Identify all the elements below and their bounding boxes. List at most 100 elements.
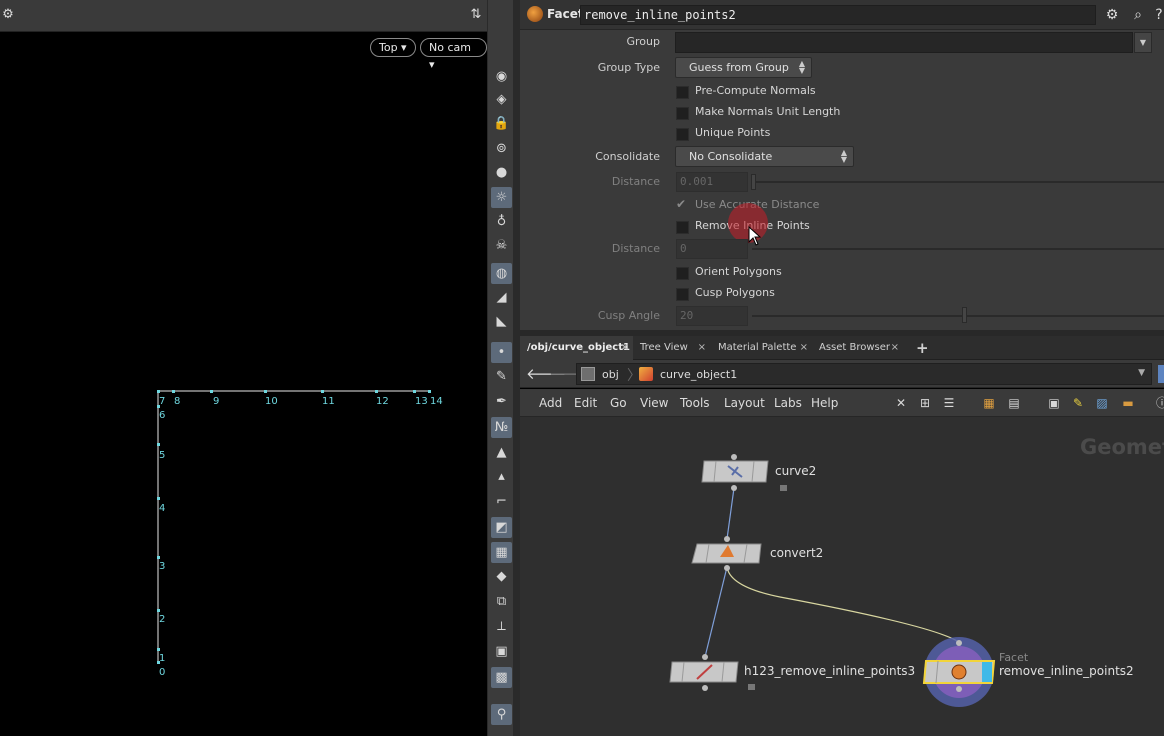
cusp-polygons-checkbox[interactable]	[676, 288, 689, 301]
close-icon[interactable]: ×	[800, 336, 808, 360]
cusp-angle-input[interactable]: 20	[676, 306, 748, 326]
gear-icon[interactable]: ⚙	[1103, 6, 1121, 24]
menu-labs[interactable]: Labs	[774, 396, 802, 410]
input-connector[interactable]	[724, 536, 730, 542]
chevron-down-icon[interactable]: ▼	[1138, 368, 1145, 378]
light-bulb-icon[interactable]: ♁	[491, 211, 512, 232]
lock-camera-icon[interactable]: 🔒	[491, 113, 512, 134]
pen-icon[interactable]: ✒	[491, 391, 512, 412]
shaded-wire-icon[interactable]: ◍	[491, 263, 512, 284]
output-connector[interactable]	[724, 565, 730, 571]
info-icon[interactable]: ⓘ	[1154, 395, 1164, 411]
node-label-convert2[interactable]: convert2	[770, 546, 823, 560]
checkmark-icon[interactable]: ✔	[676, 197, 686, 211]
orient-polygons-checkbox[interactable]	[676, 267, 689, 280]
node-label-curve2[interactable]: curve2	[775, 464, 816, 478]
scene-viewport[interactable]: ⚙ ⇅ ? Top ▾ No cam ▾	[0, 0, 502, 736]
background-image-icon[interactable]: ▩	[491, 667, 512, 688]
wrench-icon[interactable]: ✕	[893, 395, 909, 411]
input-connector[interactable]	[956, 640, 962, 646]
help-icon[interactable]: ?	[1150, 6, 1164, 24]
close-icon[interactable]: ×	[621, 336, 629, 360]
grid-view-icon[interactable]: ▤	[1006, 395, 1022, 411]
menu-help[interactable]: Help	[811, 396, 838, 410]
display-geometry-icon[interactable]: ◣	[491, 311, 512, 332]
menu-tools[interactable]: Tools	[680, 396, 710, 410]
checker-icon[interactable]: ▦	[491, 542, 512, 563]
brush-icon[interactable]: ✎	[491, 366, 512, 387]
color-palette-icon[interactable]: ▦	[981, 395, 997, 411]
normals-icon[interactable]: ⟂	[491, 616, 512, 637]
node-h123-remove-inline-points3[interactable]	[669, 654, 755, 691]
layers-icon[interactable]: ◆	[491, 566, 512, 587]
distance-slider-knob[interactable]	[751, 174, 756, 190]
path-segment-object[interactable]: curve_object1	[660, 368, 737, 381]
tab-material-palette[interactable]: Material Palette ×	[711, 336, 812, 360]
inline-distance-slider-track[interactable]	[752, 248, 1164, 250]
display-flag[interactable]	[982, 662, 992, 682]
menu-edit[interactable]: Edit	[574, 396, 597, 410]
uv-icon[interactable]: ⧉	[491, 591, 512, 612]
inline-distance-input[interactable]: 0	[676, 239, 748, 259]
output-connector[interactable]	[702, 685, 708, 691]
group-dropdown-button[interactable]: ▼	[1134, 32, 1152, 53]
network-path-field[interactable]: obj 〉 curve_object1 ▼	[576, 363, 1152, 385]
wireframe-icon[interactable]: ◩	[491, 517, 512, 538]
input-connector[interactable]	[731, 454, 737, 460]
cusp-angle-slider-track[interactable]	[752, 315, 1164, 317]
menu-go[interactable]: Go	[610, 396, 627, 410]
template-geometry-icon[interactable]: ◢	[491, 287, 512, 308]
menu-view[interactable]: View	[640, 396, 668, 410]
node-label-remove-inline-points2[interactable]: remove_inline_points2	[999, 664, 1134, 678]
visibility-eye-icon[interactable]: ◉	[491, 66, 512, 87]
dot-icon[interactable]: ▬	[1120, 395, 1136, 411]
snap-pin-icon[interactable]: ⚲	[491, 704, 512, 725]
close-icon[interactable]: ×	[698, 336, 706, 360]
tree-layout-icon[interactable]: ⊞	[917, 395, 933, 411]
point-numbers-icon[interactable]: №	[491, 417, 512, 438]
network-box-icon[interactable]: ▣	[1046, 395, 1062, 411]
node-name-input[interactable]: remove_inline_points2	[580, 5, 1096, 25]
group-field[interactable]	[675, 32, 1133, 53]
display-points-icon[interactable]: •	[491, 342, 512, 363]
search-icon[interactable]: ⌕	[1129, 6, 1147, 24]
ghost-objects-icon[interactable]: ◈	[491, 89, 512, 110]
cusp-angle-slider-knob[interactable]	[962, 307, 967, 323]
bounding-box-icon[interactable]: ▣	[491, 641, 512, 662]
skull-icon[interactable]: ☠	[491, 235, 512, 256]
node-remove-inline-points2[interactable]	[922, 637, 996, 707]
distance-slider-track[interactable]	[752, 181, 1164, 183]
remove-inline-points-checkbox[interactable]	[676, 221, 689, 234]
consolidate-menu[interactable]: No Consolidate ▲ ▼	[675, 146, 854, 167]
list-view-icon[interactable]: ☰	[941, 395, 957, 411]
output-connector[interactable]	[731, 485, 737, 491]
network-editor[interactable]: Geomet curve2 convert2 h123_remove_inlin…	[520, 417, 1164, 736]
path-segment-obj[interactable]: obj	[602, 368, 619, 381]
menu-add[interactable]: Add	[539, 396, 562, 410]
close-icon[interactable]: ×	[891, 336, 899, 360]
sticky-note-icon[interactable]: ✎	[1070, 395, 1086, 411]
tab-network[interactable]: /obj/curve_object1 ×	[520, 336, 633, 360]
image-background-icon[interactable]: ▨	[1094, 395, 1110, 411]
distance-input[interactable]: 0.001	[676, 172, 748, 192]
add-tab-button[interactable]: +	[909, 336, 929, 360]
tab-tree-view[interactable]: Tree View ×	[633, 336, 710, 360]
make-normals-unit-length-checkbox[interactable]	[676, 107, 689, 120]
tab-asset-browser[interactable]: Asset Browser ×	[812, 336, 903, 360]
camera-pin-icon[interactable]: ⊚	[491, 138, 512, 159]
primitive-numbers-icon[interactable]: ▲	[491, 442, 512, 463]
node-label-h123[interactable]: h123_remove_inline_points3	[744, 664, 915, 678]
headlight-icon[interactable]: ☼	[491, 187, 512, 208]
curve-hull-icon[interactable]: ⌐	[491, 491, 512, 512]
vertex-numbers-icon[interactable]: ▴	[491, 466, 512, 487]
shading-mode-icon[interactable]: ●	[491, 162, 512, 183]
unique-points-checkbox[interactable]	[676, 128, 689, 141]
link-toggle-icon[interactable]	[1158, 365, 1164, 383]
menu-layout[interactable]: Layout	[724, 396, 765, 410]
pre-compute-normals-checkbox[interactable]	[676, 86, 689, 99]
node-convert2[interactable]	[691, 536, 762, 571]
point-number: 14	[430, 396, 443, 407]
input-connector[interactable]	[702, 654, 708, 660]
output-connector[interactable]	[956, 686, 962, 692]
group-type-menu[interactable]: Guess from Group ▲ ▼	[675, 57, 812, 78]
